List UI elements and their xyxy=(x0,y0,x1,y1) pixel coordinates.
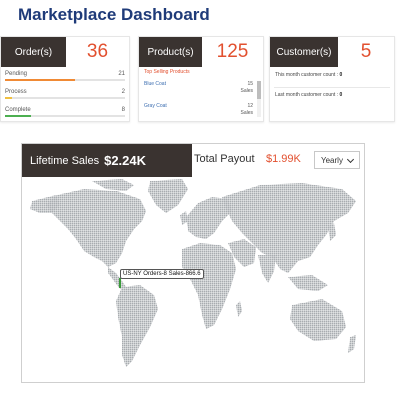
product-row[interactable]: Gray Coat 12 Sales xyxy=(144,103,253,117)
customers-card: Customer(s) 5 This month customer count … xyxy=(269,36,395,122)
lifetime-sales-banner: Lifetime Sales $2.24K xyxy=(22,144,192,177)
complete-label: Complete xyxy=(5,107,31,113)
last-month-label: Last month customer count : xyxy=(275,92,339,98)
pending-bar xyxy=(5,79,125,81)
complete-value: 8 xyxy=(121,107,125,113)
product-sales: 15 Sales xyxy=(240,81,253,95)
process-value: 2 xyxy=(121,89,125,95)
customers-count: 5 xyxy=(360,41,372,62)
lifetime-sales-label: Lifetime Sales xyxy=(30,154,100,167)
divider xyxy=(274,87,390,88)
australia-region xyxy=(290,299,346,341)
page-title: Marketplace Dashboard xyxy=(18,5,210,24)
map-tooltip: US-NY Orders-8 Sales-866.6 xyxy=(120,269,204,279)
orders-label: Order(s) xyxy=(1,37,66,67)
products-card: Product(s) 125 Top Selling Products Blue… xyxy=(138,36,264,122)
products-scrollbar[interactable] xyxy=(257,81,261,117)
order-status-complete[interactable]: Complete 8 xyxy=(5,107,125,121)
south-america-region xyxy=(116,285,158,367)
process-label: Process xyxy=(5,89,27,95)
period-selected-value: Yearly xyxy=(321,155,343,165)
product-qty: 12 xyxy=(247,103,253,109)
pending-label: Pending xyxy=(5,71,28,77)
process-bar-fill xyxy=(5,97,13,99)
this-month-label: This month customer count : xyxy=(275,72,339,78)
lifetime-sales-value: $2.24K xyxy=(104,153,147,168)
greenland-region xyxy=(148,179,188,213)
madagascar-region xyxy=(236,301,242,317)
southeast-asia-region xyxy=(288,275,328,291)
product-name[interactable]: Gray Coat xyxy=(144,103,167,109)
pending-value: 21 xyxy=(118,71,125,77)
products-scrollbar-thumb[interactable] xyxy=(257,81,261,99)
complete-bar xyxy=(5,115,125,117)
products-count: 125 xyxy=(216,41,249,62)
pending-bar-fill xyxy=(5,79,75,81)
product-row[interactable]: Blue Coat 15 Sales xyxy=(144,81,253,95)
products-label: Product(s) xyxy=(139,37,202,67)
uk-region xyxy=(180,211,188,225)
new-zealand-region xyxy=(348,335,356,353)
customers-label: Customer(s) xyxy=(270,37,338,67)
this-month-customers: This month customer count : 0 xyxy=(275,72,390,78)
africa-region xyxy=(182,243,236,329)
north-america-region xyxy=(46,189,146,267)
last-month-customers: Last month customer count : 0 xyxy=(275,92,390,98)
product-unit: Sales xyxy=(240,88,253,94)
orders-card: Order(s) 36 Pending 21 Process 2 Complet… xyxy=(0,36,130,122)
last-month-value: 0 xyxy=(339,92,343,98)
period-select[interactable]: Yearly xyxy=(314,151,360,169)
orders-count: 36 xyxy=(86,41,109,62)
total-payout-label: Total Payout xyxy=(194,153,255,165)
product-unit: Sales xyxy=(240,110,253,116)
this-month-value: 0 xyxy=(339,72,343,78)
india-region xyxy=(258,255,276,283)
map-marker-us-ny[interactable] xyxy=(119,278,121,288)
process-bar xyxy=(5,97,125,99)
product-name[interactable]: Blue Coat xyxy=(144,81,166,87)
top-selling-heading: Top Selling Products xyxy=(144,69,190,75)
chevron-down-icon xyxy=(346,155,355,164)
total-payout-value: $1.99K xyxy=(266,153,301,165)
product-sales: 12 Sales xyxy=(240,103,253,117)
order-status-pending[interactable]: Pending 21 xyxy=(5,71,125,85)
product-qty: 15 xyxy=(247,81,253,87)
arctic-islands-region xyxy=(92,179,134,191)
complete-bar-fill xyxy=(5,115,32,117)
order-status-process[interactable]: Process 2 xyxy=(5,89,125,103)
